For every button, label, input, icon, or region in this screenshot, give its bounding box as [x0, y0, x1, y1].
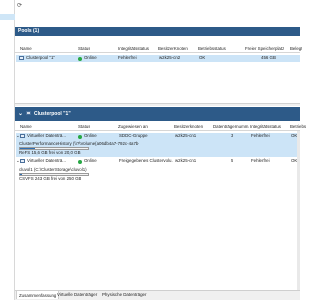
- column-header-integrity[interactable]: Integritätsstatus: [118, 46, 149, 52]
- toolbar: ⟳: [15, 0, 300, 27]
- disk-status: Online: [84, 158, 97, 163]
- column-header-owner[interactable]: Besitzerknoten: [174, 124, 203, 130]
- tab-virtual-disks[interactable]: Virtuelle Datenträger: [55, 290, 99, 299]
- virtual-disk-icon: [20, 159, 25, 163]
- column-header-status[interactable]: Status: [78, 124, 90, 130]
- column-header-free[interactable]: Freier Speicherplatz: [245, 46, 284, 52]
- capacity-bar-fill: [20, 174, 23, 175]
- disk-name: Virtueller Datenträ...: [27, 133, 66, 138]
- virtual-disk-row[interactable]: ⌄ Virtueller Datenträ... Online Freigege…: [16, 158, 300, 184]
- disk-assigned-to: Freigegebenes Clustervolu...: [119, 158, 173, 163]
- disk-owner: w2k25-cn1: [175, 133, 197, 138]
- column-header-integrity[interactable]: Integritätsstatus: [250, 124, 281, 130]
- virtual-disk-icon: [20, 134, 25, 138]
- pool-row[interactable]: Clusterpool "1" Online Fehlerfrei w2k25-…: [16, 55, 300, 62]
- detail-panel-title: Clusterpool "1": [34, 111, 71, 117]
- navigation-pane: [0, 0, 15, 300]
- disk-name: Virtueller Datenträ...: [27, 158, 66, 163]
- pool-free-space: 456 GB: [261, 55, 276, 60]
- refresh-icon[interactable]: ⟳: [17, 2, 22, 9]
- column-header-disk-number[interactable]: Datenträgernumm...: [213, 124, 249, 130]
- pool-opstatus: OK: [199, 55, 206, 60]
- pool-owner: w2k25-cn2: [159, 55, 181, 60]
- pool-name: Clusterpool "1": [26, 55, 55, 60]
- column-header-name[interactable]: Name: [20, 46, 32, 52]
- capacity-text: CSVFS 243 GB frei von 250 GB: [19, 176, 82, 181]
- detail-scrollbar[interactable]: [297, 131, 300, 290]
- disk-integrity: Fehlerfrei: [251, 158, 270, 163]
- navigation-selected-item[interactable]: [0, 14, 15, 20]
- column-header-used[interactable]: Belegt: [290, 46, 302, 52]
- column-header-status[interactable]: Status: [78, 46, 90, 52]
- capacity-text: ReFS 15,6 GB frei von 20,0 GB: [19, 150, 81, 155]
- capacity-bar-fill: [20, 148, 35, 149]
- status-ok-icon: [78, 56, 82, 61]
- status-ok-icon: [78, 134, 82, 139]
- status-ok-icon: [78, 159, 82, 164]
- disk-assigned-to: SDDC-Gruppe: [119, 133, 148, 138]
- pools-table-header: Name Status Integritätsstatus BesitzerKn…: [15, 46, 302, 53]
- disk-owner: w2k25-cn1: [175, 158, 197, 163]
- storage-pool-icon: [26, 111, 31, 115]
- disk-integrity: Fehlerfrei: [251, 133, 270, 138]
- pools-panel-title: Pools (1): [18, 28, 40, 34]
- column-header-assigned[interactable]: Zugewiesen an: [118, 124, 148, 130]
- panel-splitter[interactable]: [15, 103, 300, 106]
- disk-number: 5: [231, 158, 234, 163]
- disk-number: 3: [231, 133, 234, 138]
- disks-table-header: Name Status Zugewiesen an Besitzerknoten…: [15, 123, 306, 131]
- collapse-chevron-icon[interactable]: ⌄: [18, 107, 23, 121]
- tab-summary[interactable]: Zusammenfassung: [16, 290, 60, 299]
- storage-pool-icon: [19, 56, 24, 60]
- column-header-opstatus[interactable]: Betriebs: [290, 124, 306, 130]
- detail-panel-header: ⌄ Clusterpool "1": [15, 107, 300, 121]
- disk-status: Online: [84, 133, 97, 138]
- pools-panel-header: Pools (1): [15, 27, 300, 36]
- pool-status: Online: [84, 55, 97, 60]
- virtual-disk-row[interactable]: ⌄ Virtueller Datenträ... Online SDDC-Gru…: [16, 133, 300, 157]
- tab-physical-disks[interactable]: Physische Datenträger: [100, 290, 148, 299]
- column-header-name[interactable]: Name: [20, 124, 32, 130]
- column-header-opstatus[interactable]: Betriebsstatus: [198, 46, 226, 52]
- column-header-owner[interactable]: BesitzerKnoten: [158, 46, 188, 52]
- pool-integrity: Fehlerfrei: [118, 55, 137, 60]
